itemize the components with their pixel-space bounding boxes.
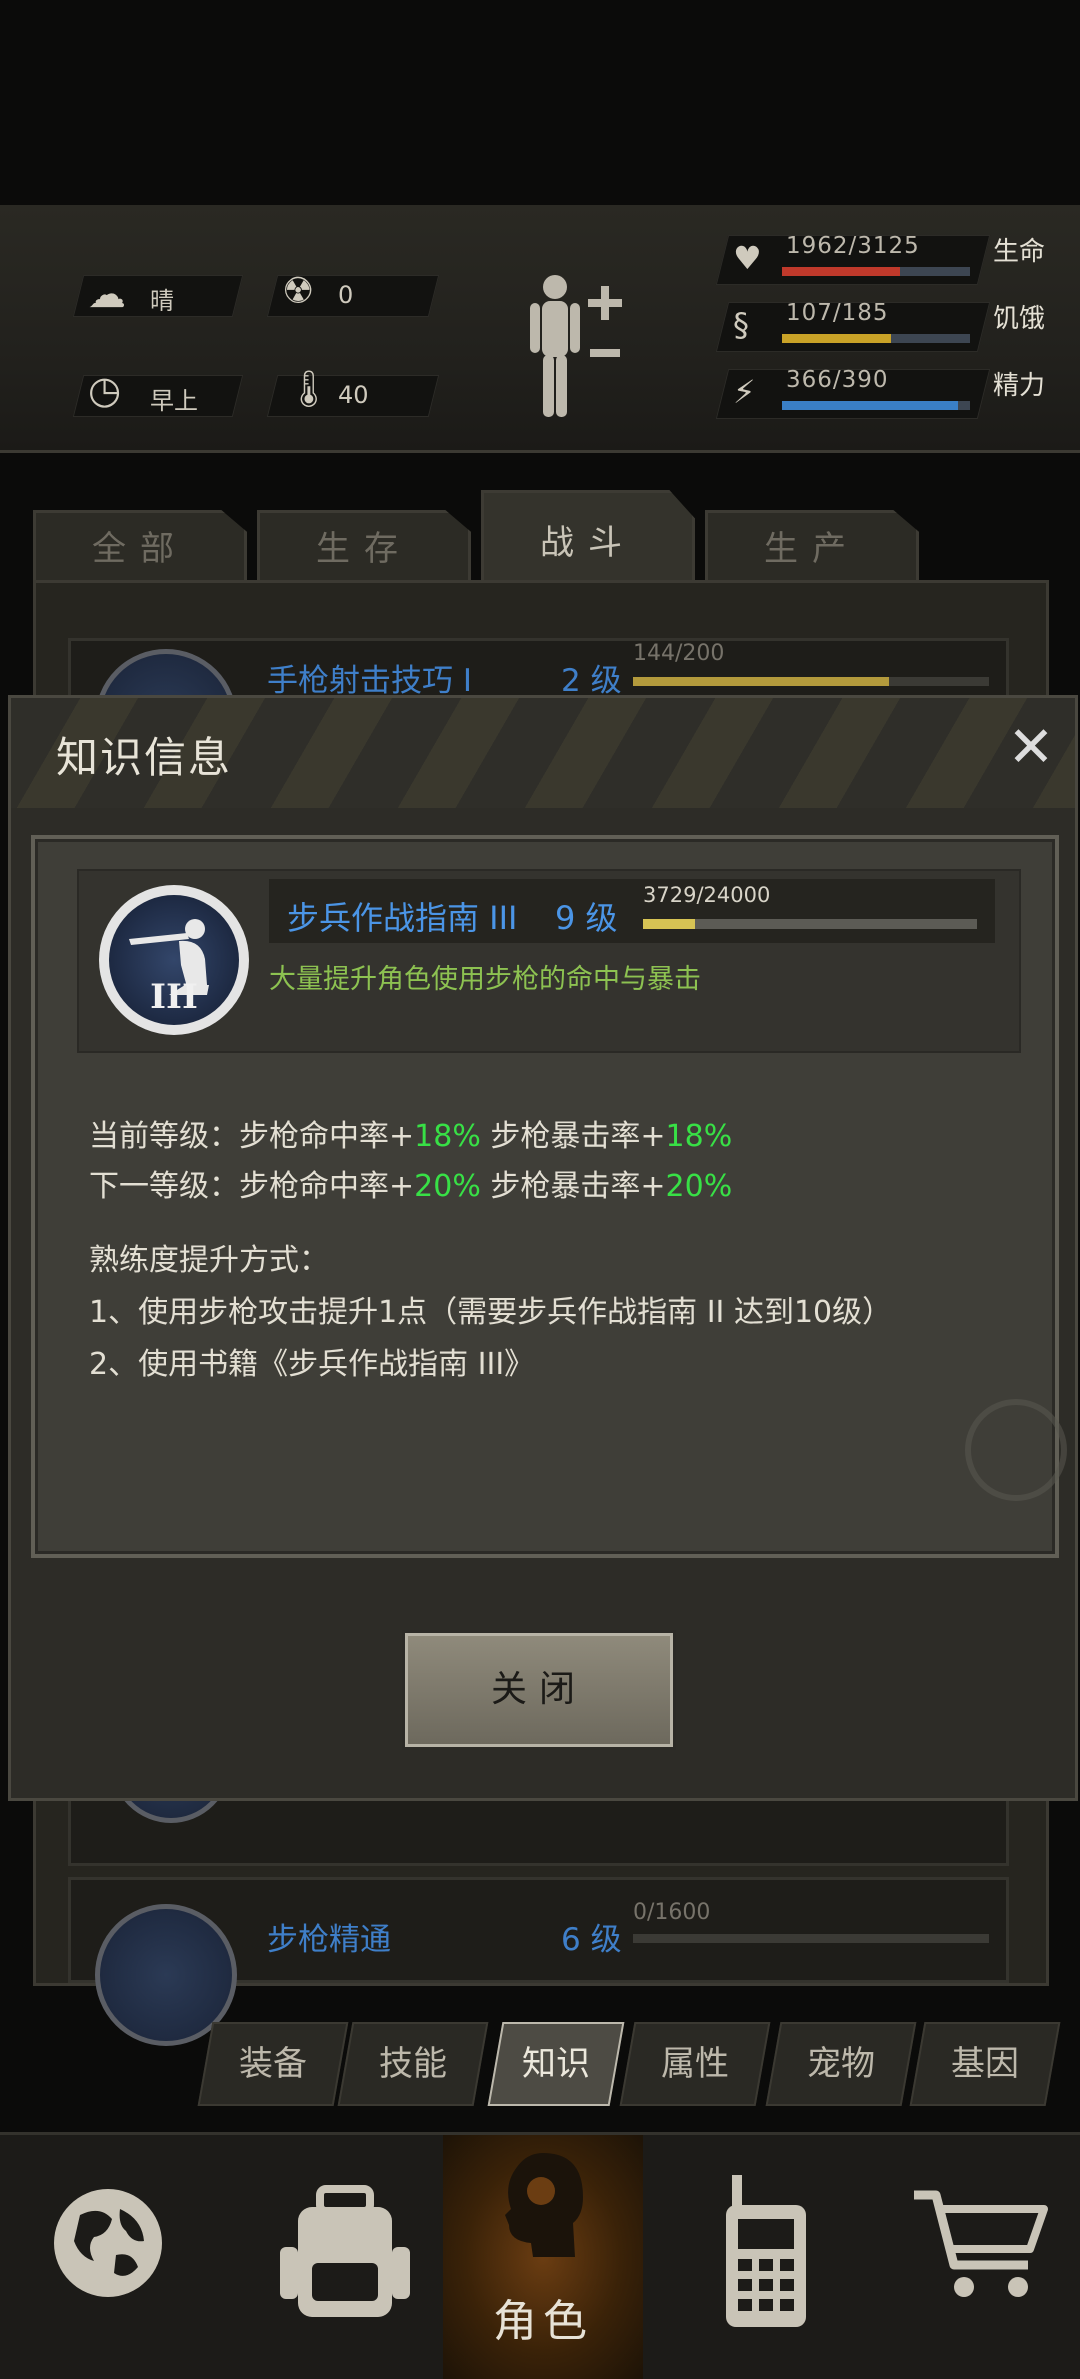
knowledge-info-box: III 步兵作战指南 III 9 级 3729/24000 大量提升角色使用步枪… (77, 869, 1021, 1053)
skill-exp: 0/1600 (633, 1900, 711, 1925)
subtab-label: 装备 (239, 2044, 307, 2084)
next-crit-label: 步枪暴击率+ (480, 1169, 666, 1204)
backpack-icon (280, 2185, 410, 2317)
skill-exp-bar (633, 677, 989, 686)
stat-label: 生命 (993, 237, 1046, 267)
emblem-numeral: III (150, 977, 198, 1017)
subtab-label: 知识 (522, 2044, 590, 2084)
next-level-line: 下一等级：步枪命中率+20% 步枪暴击率+20% (89, 1161, 732, 1205)
heart-pulse-icon: ♥ (733, 239, 762, 277)
dialog-body: III 步兵作战指南 III 9 级 3729/24000 大量提升角色使用步枪… (31, 835, 1067, 1558)
item-exp-bar (643, 919, 977, 929)
radiation-icon: ☢ (282, 271, 315, 312)
skill-exp: 144/200 (633, 641, 725, 666)
subtab-skills[interactable]: 技能 (337, 2022, 489, 2106)
tab-all[interactable]: 全部 (33, 510, 247, 583)
stat-bar-fill (782, 401, 959, 410)
subtab-pets[interactable]: 宠物 (765, 2022, 917, 2106)
skill-exp-fill (633, 677, 890, 686)
method-line-2: 2、使用书籍《步兵作战指南 III》 (89, 1347, 535, 1382)
item-name: 步兵作战指南 III (287, 899, 518, 937)
stat-value: 107/185 (786, 300, 889, 326)
stat-bar-fill (782, 267, 901, 276)
nav-inventory[interactable] (240, 2135, 456, 2379)
close-icon[interactable]: ✕ (1001, 718, 1061, 778)
stat-label: 饥饿 (993, 304, 1046, 334)
stat-bar-fill (782, 334, 891, 343)
skill-level: 2 级 (561, 663, 622, 699)
skill-card-hidden[interactable] (68, 1703, 1009, 1866)
globe-icon (54, 2189, 162, 2297)
tab-combat[interactable]: 战斗 (481, 490, 695, 585)
radio-icon (726, 2175, 806, 2327)
tab-production[interactable]: 生产 (705, 510, 919, 583)
subtab-label: 基因 (951, 2044, 1019, 2084)
head-energy-icon: ⚡ (733, 373, 756, 411)
nav-character-label: 角色 (493, 2296, 593, 2347)
stat-value: 1962/3125 (786, 233, 920, 259)
skill-card-rifle[interactable]: 步枪精通 6 级 0/1600 (68, 1877, 1009, 2046)
current-crit-value: 18% (665, 1119, 733, 1154)
item-exp: 3729/24000 (643, 883, 771, 907)
time-of-day: 早上 (150, 387, 198, 415)
nav-world[interactable] (0, 2135, 216, 2379)
bottom-nav: 角色 (0, 2132, 1080, 2379)
tab-survival[interactable]: 生存 (257, 510, 471, 583)
subtab-genes[interactable]: 基因 (909, 2022, 1061, 2106)
stat-bar (782, 267, 970, 276)
subtab-equipment[interactable]: 装备 (197, 2022, 349, 2106)
item-name-bar: 步兵作战指南 III 9 级 3729/24000 (269, 879, 995, 943)
cloud-sun-icon: ☁ (88, 272, 126, 316)
subtab-attributes[interactable]: 属性 (619, 2022, 771, 2106)
nav-character[interactable]: 角色 (443, 2135, 643, 2379)
subtab-label: 属性 (661, 2044, 729, 2084)
nav-shop[interactable] (880, 2135, 1080, 2379)
stat-label: 精力 (993, 371, 1046, 401)
knowledge-info-dialog: 知识信息 ✕ III 步兵作战指南 III 9 级 3729/24000 大量提… (8, 695, 1078, 1801)
item-level: 9 级 (555, 899, 618, 937)
weather-text: 晴 (150, 287, 174, 315)
stat-bar (782, 334, 970, 343)
item-description: 大量提升角色使用步枪的命中与暴击 (269, 964, 701, 995)
current-hit-label: 当前等级：步枪命中率+ (89, 1119, 415, 1154)
current-level-line: 当前等级：步枪命中率+18% 步枪暴击率+18% (89, 1111, 732, 1155)
character-head-icon (505, 2153, 583, 2257)
temperature-value: 40 (338, 381, 369, 409)
status-hud: ☁ 晴 ☢ 0 ◷ 早上 🌡 40 ♥ 1962/3125 生命 § 107/185 饥饿… (0, 205, 1080, 453)
skill-name: 步枪精通 (267, 1922, 391, 1958)
skill-name: 手枪射击技巧 I (267, 663, 472, 699)
infantry-manual-emblem-icon: III (99, 885, 249, 1035)
current-crit-label: 步枪暴击率+ (480, 1119, 666, 1154)
current-hit-value: 18% (414, 1119, 481, 1154)
skill-exp-bar (633, 1934, 989, 1943)
next-crit-value: 20% (665, 1169, 733, 1204)
next-hit-label: 下一等级：步枪命中率+ (89, 1169, 415, 1204)
method-title: 熟练度提升方式： (89, 1243, 329, 1278)
human-body-icon (530, 275, 622, 417)
thermometer-icon: 🌡 (286, 369, 332, 410)
stat-bar (782, 401, 970, 410)
radiation-value: 0 (338, 281, 354, 309)
subtab-knowledge[interactable]: 知识 (487, 2022, 625, 2106)
body-status-button[interactable] (520, 267, 640, 427)
close-button[interactable]: 关闭 (405, 1633, 673, 1747)
subtab-label: 技能 (379, 2044, 447, 2084)
stat-value: 366/390 (786, 367, 889, 393)
skill-level: 6 级 (561, 1922, 622, 1958)
nav-communication[interactable] (660, 2135, 876, 2379)
dialog-title: 知识信息 (56, 733, 233, 782)
shopping-cart-icon (914, 2190, 1048, 2297)
next-hit-value: 20% (414, 1169, 481, 1204)
clock-icon: ◷ (88, 368, 122, 412)
radiation-watermark-icon (965, 1399, 1067, 1501)
item-exp-fill (643, 919, 695, 929)
subtab-label: 宠物 (807, 2044, 875, 2084)
stomach-icon: § (733, 306, 749, 344)
method-line-1: 1、使用步枪攻击提升1点（需要步兵作战指南 II 达到10级） (89, 1295, 893, 1330)
